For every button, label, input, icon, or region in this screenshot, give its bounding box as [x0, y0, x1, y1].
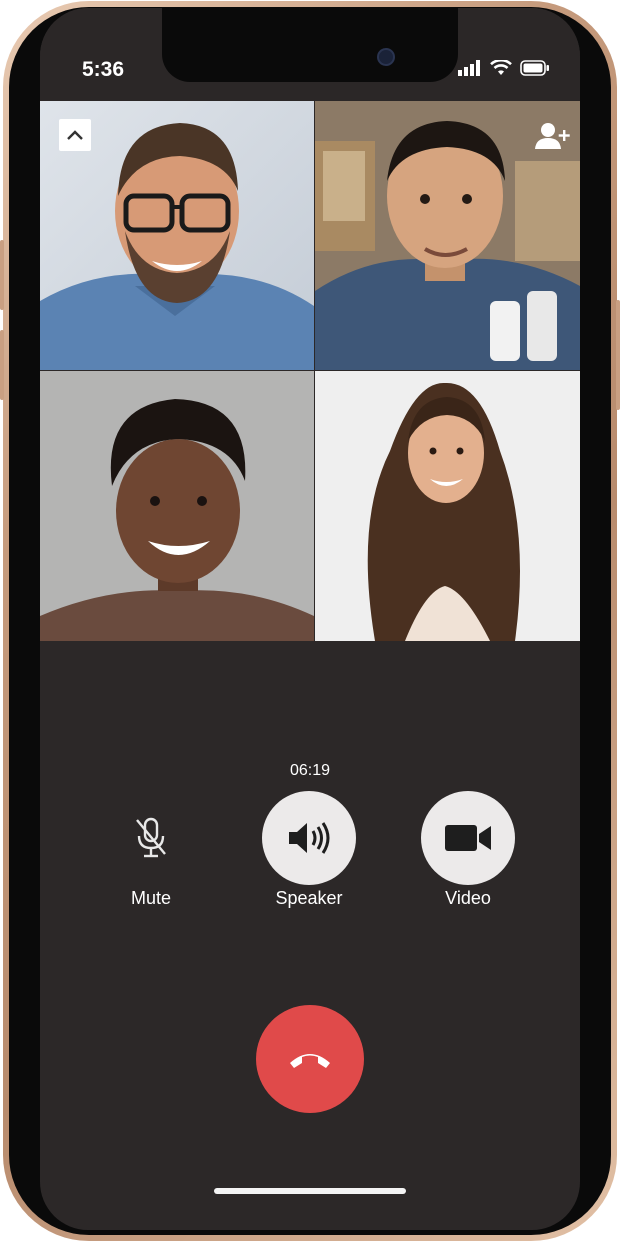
status-bar: 5:36 — [40, 8, 580, 101]
power-button — [616, 300, 620, 410]
participant-tile-3[interactable] — [40, 371, 314, 641]
microphone-muted-icon — [136, 817, 166, 858]
signal-icon — [458, 60, 480, 76]
front-camera — [377, 48, 395, 66]
video-label: Video — [445, 888, 491, 908]
speaker-control[interactable]: Speaker — [249, 791, 369, 909]
video-control[interactable]: Video — [408, 791, 528, 909]
participant-video-3 — [40, 371, 314, 641]
phone-screen: 5:36 06:19 Mute Speaker Video — [40, 8, 580, 1230]
battery-icon — [520, 60, 549, 76]
end-call-button[interactable] — [256, 1005, 364, 1113]
video-camera-icon — [445, 825, 491, 851]
mute-control[interactable]: Mute — [91, 791, 211, 909]
status-icons — [458, 60, 550, 76]
video-grid — [40, 101, 580, 641]
participant-video-4 — [315, 371, 580, 641]
chevron-up-icon — [67, 130, 83, 140]
phone-hangup-icon — [290, 1054, 330, 1068]
mute-label: Mute — [130, 888, 172, 908]
mute-button[interactable] — [104, 791, 198, 885]
volume-down-button — [0, 330, 4, 400]
call-duration: 06:19 — [289, 762, 331, 779]
wifi-icon — [490, 60, 512, 75]
notch — [162, 8, 458, 82]
collapse-button[interactable] — [59, 119, 91, 151]
speaker-icon — [289, 822, 330, 854]
speaker-label: Speaker — [275, 888, 343, 908]
status-time: 5:36 — [82, 58, 125, 81]
add-participant-button[interactable] — [532, 121, 572, 151]
video-button[interactable] — [421, 791, 515, 885]
add-person-icon — [535, 123, 570, 149]
participant-tile-4[interactable] — [315, 371, 580, 641]
volume-up-button — [0, 240, 4, 310]
home-indicator[interactable] — [214, 1188, 406, 1194]
speaker-button[interactable] — [262, 791, 356, 885]
